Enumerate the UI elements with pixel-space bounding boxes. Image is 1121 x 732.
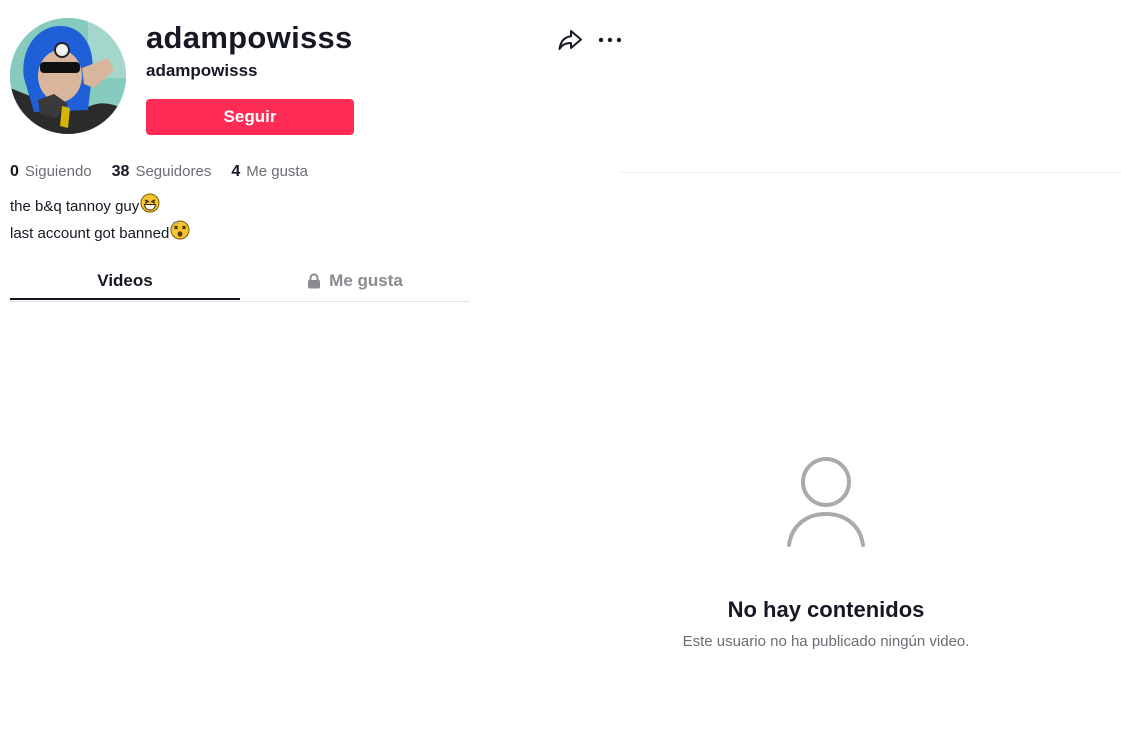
profile-bio: the b&q tannoy guy last account got bann… [10, 193, 190, 247]
following-count: 0 [10, 163, 19, 180]
share-button[interactable] [556, 26, 584, 54]
profile-stats: 0 Siguiendo 38 Seguidores 4 Me gusta [10, 162, 328, 182]
followers-count: 38 [111, 163, 130, 180]
share-icon [556, 30, 584, 57]
grinning-squinting-face-icon [140, 193, 160, 220]
following-label: Siguiendo [24, 163, 92, 180]
empty-state-title: No hay contenidos [727, 597, 925, 622]
tab-likes-label: Me gusta [329, 271, 403, 290]
follow-button[interactable]: Seguir [146, 99, 354, 135]
divider [620, 172, 1121, 173]
more-options-button[interactable] [596, 26, 624, 54]
followers-label: Seguidores [135, 163, 212, 180]
bio-line-2: last account got banned [10, 224, 170, 242]
following-stat[interactable]: 0 Siguiendo [10, 162, 92, 182]
tab-videos[interactable]: Videos [10, 262, 240, 300]
lock-icon [307, 273, 321, 289]
active-tab-indicator [10, 298, 240, 300]
likes-count: 4 [231, 163, 241, 180]
tab-likes[interactable]: Me gusta [240, 262, 470, 300]
profile-avatar[interactable] [10, 18, 126, 134]
bio-line-1: the b&q tannoy guy [10, 197, 140, 215]
profile-tabs: Videos Me gusta [10, 262, 470, 302]
likes-stat[interactable]: 4 Me gusta [231, 162, 308, 182]
likes-label: Me gusta [246, 163, 308, 180]
dizzy-face-icon [170, 220, 190, 247]
profile-username: adampowisss [146, 61, 258, 80]
followers-stat[interactable]: 38 Seguidores [112, 162, 212, 182]
user-silhouette-icon [784, 456, 868, 553]
profile-display-name: adampowisss [146, 20, 353, 55]
empty-state-description: Este usuario no ha publicado ningún vide… [682, 633, 970, 650]
tab-videos-label: Videos [97, 271, 153, 290]
more-options-icon [596, 37, 624, 57]
